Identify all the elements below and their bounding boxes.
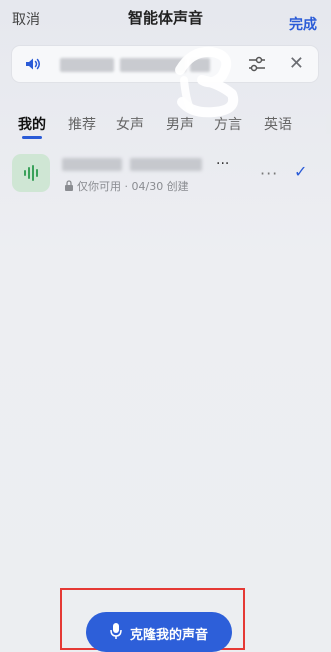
- voice-preview-bar[interactable]: ✕: [12, 46, 318, 82]
- voice-meta-text: 仅你可用 · 04/30 创建: [77, 180, 189, 193]
- clone-button-label: 克隆我的声音: [130, 628, 209, 643]
- speaker-icon[interactable]: [24, 55, 42, 73]
- page-title: 智能体声音: [127, 9, 203, 27]
- clone-my-voice-button[interactable]: 克隆我的声音: [86, 612, 232, 652]
- microphone-icon: [110, 623, 122, 639]
- checkmark-icon: ✓: [294, 162, 308, 181]
- redacted-text: [190, 58, 210, 72]
- sound-wave-icon: [24, 165, 38, 181]
- tab-mine[interactable]: 我的: [18, 114, 46, 134]
- tab-more-fade: [317, 114, 331, 134]
- adjust-settings-icon[interactable]: [248, 56, 266, 72]
- tab-male[interactable]: 男声: [166, 114, 194, 134]
- tab-dialect[interactable]: 方言: [214, 114, 242, 134]
- category-tabs: 我的 推荐 女声 男声 方言 英语: [0, 114, 331, 139]
- screen: 取消 智能体声音 完成 ✕ 我的 推荐 女声 男声 方言 英语 ... 仅你可用…: [0, 0, 331, 652]
- header: 取消 智能体声音 完成: [0, 0, 331, 40]
- redacted-text: [60, 58, 114, 72]
- more-options-icon[interactable]: ···: [260, 164, 278, 183]
- tab-female[interactable]: 女声: [116, 114, 144, 134]
- tab-english[interactable]: 英语: [264, 114, 292, 134]
- done-button[interactable]: 完成: [289, 14, 317, 34]
- active-tab-indicator: [22, 136, 42, 139]
- redacted-voice-name: [130, 158, 202, 171]
- list-item[interactable]: ... 仅你可用 · 04/30 创建 ··· ✓: [0, 148, 331, 200]
- voice-name-ellipsis: ...: [216, 152, 230, 168]
- voice-avatar: [12, 154, 50, 192]
- redacted-voice-name: [62, 158, 122, 171]
- redacted-text: [120, 58, 186, 72]
- lock-icon: [65, 180, 73, 191]
- close-icon[interactable]: ✕: [289, 54, 304, 74]
- voice-meta: 仅你可用 · 04/30 创建: [64, 178, 189, 194]
- tab-recommended[interactable]: 推荐: [68, 114, 96, 134]
